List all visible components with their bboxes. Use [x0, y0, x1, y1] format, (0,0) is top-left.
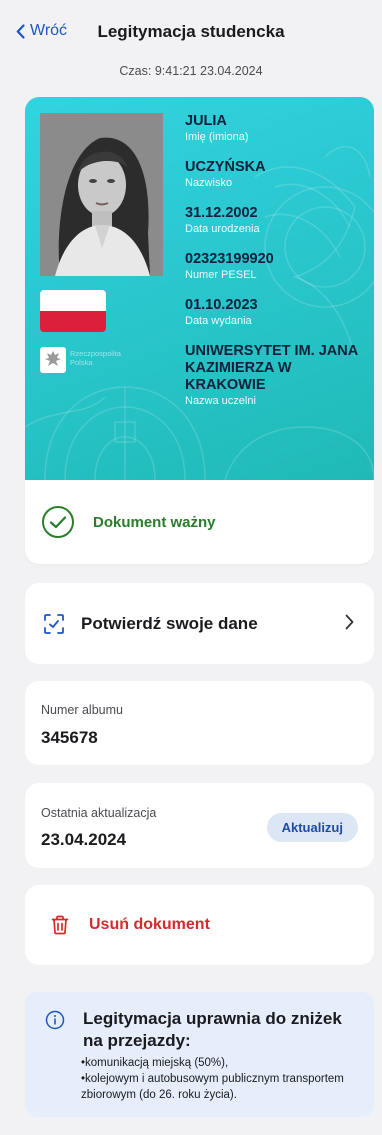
- field-birth-date: 31.12.2002 Data urodzenia: [185, 205, 365, 236]
- info-icon: [45, 1010, 65, 1030]
- delete-document-button[interactable]: Usuń dokument: [25, 885, 374, 965]
- field-label: Data urodzenia: [185, 223, 260, 235]
- check-circle-icon: [42, 506, 74, 538]
- status-text: Dokument ważny: [93, 513, 216, 531]
- timestamp: Czas: 9:41:21 23.04.2024: [119, 64, 263, 78]
- field-label: Nazwisko: [185, 177, 233, 189]
- field-label: Imię (imiona): [185, 131, 249, 143]
- last-update-value: 23.04.2024: [41, 830, 127, 849]
- field-label: Nazwa uczelni: [185, 395, 256, 407]
- info-list: •komunikacją miejską (50%), •kolejowym i…: [81, 1055, 371, 1103]
- student-photo: [40, 113, 163, 276]
- id-fields: JULIA Imię (imiona) UCZYŃSKA Nazwisko 31…: [185, 113, 365, 423]
- polish-emblem-icon: [40, 347, 66, 373]
- field-label: Data wydania: [185, 315, 252, 327]
- info-title: Legitymacja uprawnia do zniżek na przeja…: [83, 1009, 342, 1050]
- field-value: 31.12.2002: [185, 205, 258, 221]
- list-item: •kolejowym i autobusowym publicznym tran…: [81, 1073, 344, 1101]
- album-number-card: Numer albumu 345678: [25, 681, 374, 765]
- update-button[interactable]: Aktualizuj: [266, 813, 358, 842]
- album-number-label: Numer albumu: [41, 703, 123, 717]
- scan-icon: [44, 613, 64, 634]
- field-value: UCZYŃSKA: [185, 159, 266, 175]
- confirm-data-button[interactable]: Potwierdź swoje dane: [25, 583, 374, 664]
- album-number-value: 345678: [41, 728, 98, 747]
- info-banner: Legitymacja uprawnia do zniżek na przeja…: [25, 992, 374, 1117]
- field-value: 02323199920: [185, 251, 274, 267]
- list-item: •komunikacją miejską (50%),: [81, 1057, 229, 1069]
- field-issue-date: 01.10.2023 Data wydania: [185, 297, 365, 328]
- field-first-name: JULIA Imię (imiona): [185, 113, 365, 144]
- field-last-name: UCZYŃSKA Nazwisko: [185, 159, 365, 190]
- id-card-face: Rzeczpospolita Polska JULIA Imię (imiona…: [25, 97, 374, 480]
- field-label: Numer PESEL: [185, 269, 257, 281]
- emblem-caption: Rzeczpospolita Polska: [70, 349, 121, 367]
- field-pesel: 02323199920 Numer PESEL: [185, 251, 365, 282]
- polish-flag: [40, 290, 106, 332]
- delete-document-label: Usuń dokument: [89, 916, 210, 933]
- page-title: Legitymacja studencka: [97, 22, 285, 41]
- document-status: Dokument ważny: [25, 480, 374, 564]
- field-value: UNIWERSYTET IM. JANA KAZIMIERZA W KRAKOW…: [185, 343, 358, 393]
- field-value: 01.10.2023: [185, 297, 258, 313]
- header: Wróć Legitymacja studencka: [0, 18, 382, 48]
- portrait-image: [40, 113, 163, 276]
- confirm-data-label: Potwierdź swoje dane: [81, 613, 258, 633]
- last-update-label: Ostatnia aktualizacja: [41, 806, 157, 820]
- trash-icon: [51, 915, 69, 935]
- field-university: UNIWERSYTET IM. JANA KAZIMIERZA W KRAKOW…: [185, 343, 365, 408]
- field-value: JULIA: [185, 113, 227, 129]
- chevron-right-icon: [345, 614, 354, 630]
- student-id-card: Rzeczpospolita Polska JULIA Imię (imiona…: [25, 97, 374, 564]
- last-update-card: Ostatnia aktualizacja 23.04.2024 Aktuali…: [25, 783, 374, 868]
